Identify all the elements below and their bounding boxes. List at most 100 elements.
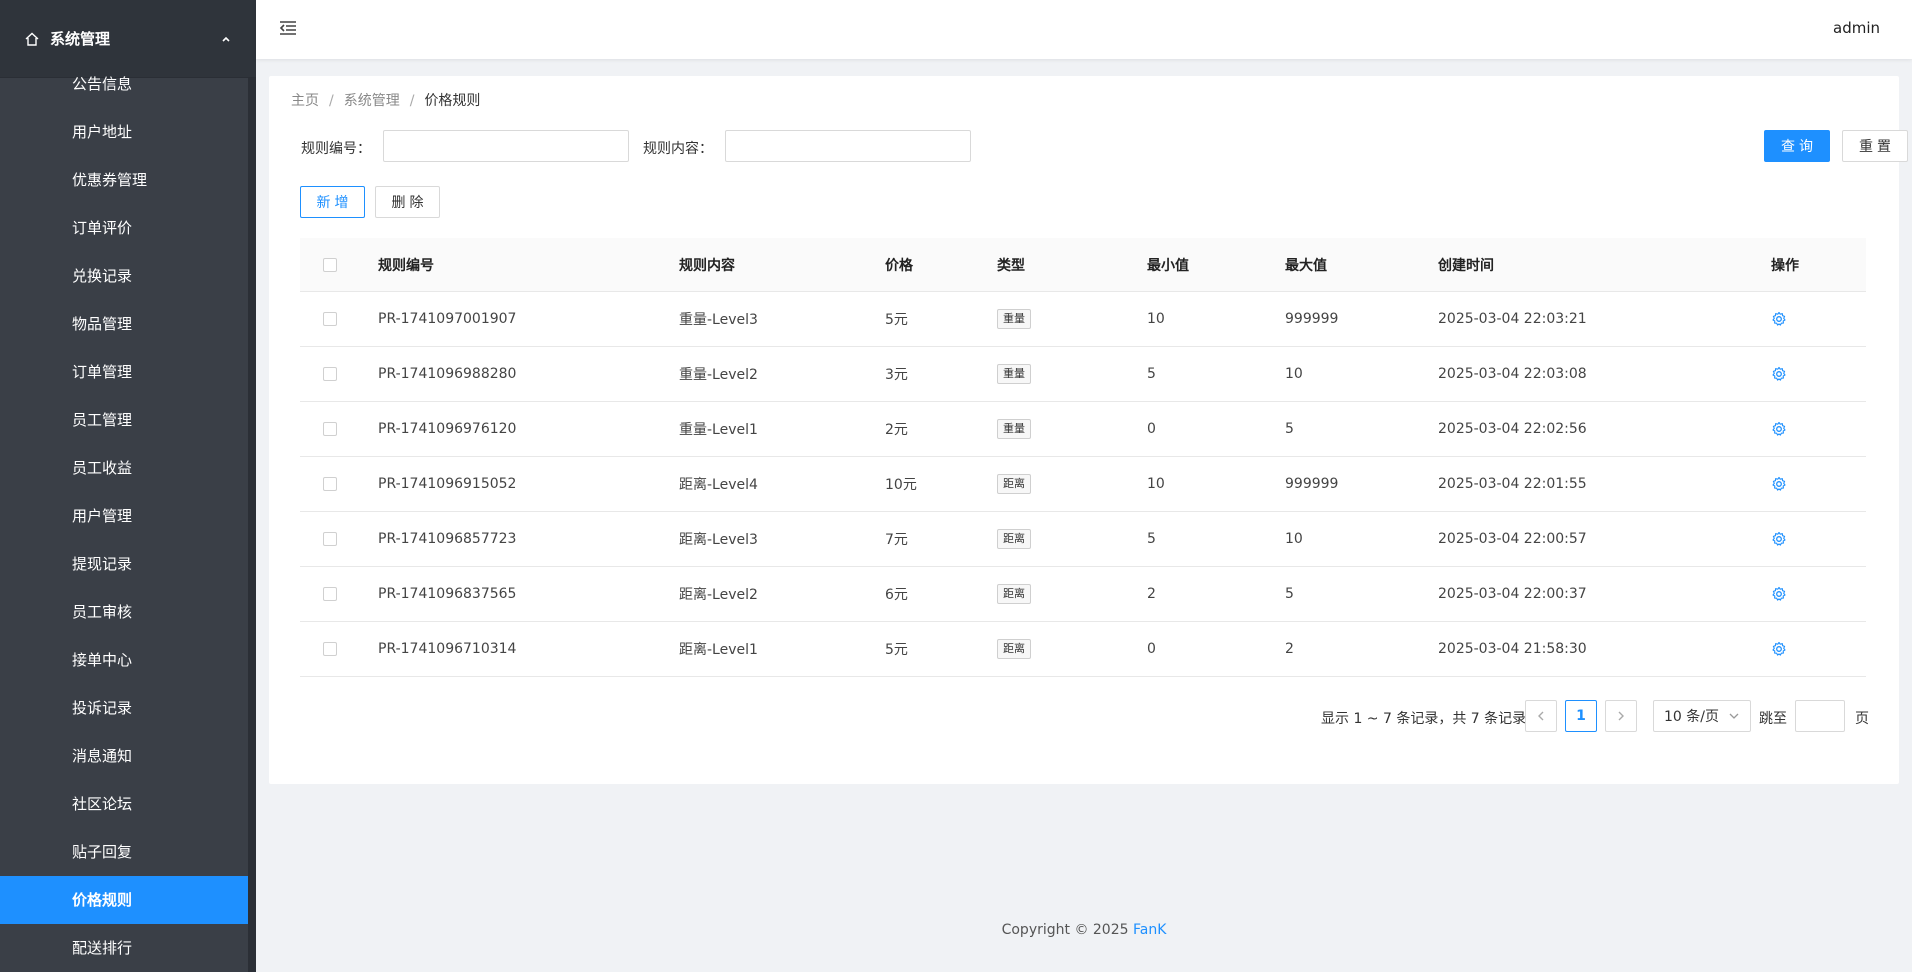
query-button[interactable]: 查询 (1764, 130, 1830, 162)
content-card: 主页 / 系统管理 / 价格规则 规则编号： 规则内容： 查询 重置 新增 删除 规则编… (269, 76, 1908, 784)
brand-link[interactable]: FanK (1133, 922, 1166, 938)
cell-type: 距离 (997, 584, 1147, 604)
sidebar-item[interactable]: 公告信息 (0, 60, 248, 108)
cell-price: 5元 (885, 312, 908, 328)
sidebar-item[interactable]: 员工审核 (0, 588, 248, 636)
sidebar-item[interactable]: 社区论坛 (0, 780, 248, 828)
menu-collapse-icon[interactable] (278, 18, 298, 38)
jump-label: 跳至 (1759, 711, 1787, 727)
gear-icon[interactable] (1771, 586, 1787, 602)
type-tag: 重量 (997, 419, 1031, 439)
cell-op (1771, 366, 1851, 382)
next-page-button[interactable] (1605, 700, 1637, 732)
cell-type: 距离 (997, 474, 1147, 494)
sidebar-item[interactable]: 提现记录 (0, 540, 248, 588)
row-checkbox[interactable] (323, 422, 337, 436)
sidebar-item[interactable]: 价格规则 (0, 876, 248, 924)
pagination: 显示 1 ~ 7 条记录，共 7 条记录 1 10 条/页 跳至 页 (269, 700, 1899, 734)
gear-icon[interactable] (1771, 421, 1787, 437)
sidebar-item[interactable]: 用户地址 (0, 108, 248, 156)
cell-price: 7元 (885, 532, 908, 548)
cell-code: PR-1741096976120 (378, 421, 517, 437)
breadcrumb-separator: / (329, 93, 334, 109)
page-size-value: 10 条/页 (1664, 709, 1719, 725)
gear-icon[interactable] (1771, 476, 1787, 492)
sidebar-item[interactable]: 员工收益 (0, 444, 248, 492)
reset-button[interactable]: 重置 (1842, 130, 1908, 162)
price-rule-table: 规则编号 规则内容 价格 类型 最小值 最大值 创建时间 操作 PR-17410… (300, 238, 1866, 677)
page-size-select[interactable]: 10 条/页 (1653, 700, 1751, 732)
row-checkbox[interactable] (323, 312, 337, 326)
row-checkbox[interactable] (323, 477, 337, 491)
sidebar-item[interactable]: 投诉记录 (0, 684, 248, 732)
sidebar-item[interactable]: 配送排行 (0, 924, 248, 972)
cell-price: 5元 (885, 642, 908, 658)
sidebar-item[interactable]: 贴子回复 (0, 828, 248, 876)
col-header-min: 最小值 (1147, 257, 1189, 274)
row-checkbox[interactable] (323, 532, 337, 546)
cell-op (1771, 641, 1851, 657)
cell-min: 0 (1147, 641, 1156, 657)
cell-type: 重量 (997, 364, 1147, 384)
col-header-op: 操作 (1771, 257, 1799, 274)
cell-time: 2025-03-04 21:58:30 (1438, 641, 1587, 657)
chevron-left-icon (1538, 711, 1544, 721)
cell-time: 2025-03-04 22:03:21 (1438, 311, 1587, 327)
type-tag: 距离 (997, 529, 1031, 549)
cell-code: PR-1741096915052 (378, 476, 517, 492)
row-checkbox[interactable] (323, 642, 337, 656)
add-button[interactable]: 新增 (300, 186, 365, 218)
breadcrumb: 主页 / 系统管理 / 价格规则 (291, 90, 480, 110)
page-number-button[interactable]: 1 (1565, 700, 1597, 732)
cell-type: 距离 (997, 529, 1147, 549)
cell-content: 距离-Level2 (679, 587, 758, 603)
gear-icon[interactable] (1771, 311, 1787, 327)
sidebar-item[interactable]: 兑换记录 (0, 252, 248, 300)
cell-time: 2025-03-04 22:03:08 (1438, 366, 1587, 382)
col-header-type: 类型 (997, 257, 1025, 274)
cell-max: 999999 (1285, 476, 1339, 492)
col-header-content: 规则内容 (679, 257, 735, 274)
sidebar-item[interactable]: 用户管理 (0, 492, 248, 540)
table-row: PR-1741096976120 重量-Level1 2元 重量 0 5 2025-03-0… (300, 402, 1866, 457)
pagination-info: 显示 1 ~ 7 条记录，共 7 条记录 (1321, 711, 1527, 727)
table-header: 规则编号 规则内容 价格 类型 最小值 最大值 创建时间 操作 (300, 238, 1866, 292)
cell-content: 距离-Level3 (679, 532, 758, 548)
jump-page-input[interactable] (1795, 700, 1845, 732)
sidebar-item[interactable]: 订单管理 (0, 348, 248, 396)
select-all-checkbox[interactable] (323, 257, 337, 272)
cell-code: PR-1741097001907 (378, 311, 517, 327)
gear-icon[interactable] (1771, 366, 1787, 382)
sidebar-item[interactable]: 优惠券管理 (0, 156, 248, 204)
breadcrumb-parent[interactable]: 系统管理 (344, 93, 400, 109)
type-tag: 距离 (997, 474, 1031, 494)
cell-code: PR-1741096857723 (378, 531, 517, 547)
user-menu[interactable]: admin (1833, 19, 1880, 37)
footer: Copyright © 2025 FanK (256, 922, 1912, 938)
breadcrumb-home[interactable]: 主页 (291, 93, 319, 109)
rule-code-input[interactable] (383, 130, 629, 162)
sidebar-item[interactable]: 订单评价 (0, 204, 248, 252)
cell-content: 重量-Level2 (679, 367, 758, 383)
prev-page-button[interactable] (1525, 700, 1557, 732)
gear-icon[interactable] (1771, 641, 1787, 657)
rule-content-input[interactable] (725, 130, 971, 162)
gear-icon[interactable] (1771, 531, 1787, 547)
cell-content: 距离-Level4 (679, 477, 758, 493)
sidebar-item[interactable]: 物品管理 (0, 300, 248, 348)
sidebar: 系统管理 公告信息 用户地址 优惠券管理 订单评价 兑换记录 物品管理 订单管理 员工管理 员工… (0, 0, 256, 972)
cell-type: 距离 (997, 639, 1147, 659)
sidebar-scrollbar[interactable] (248, 78, 256, 972)
sidebar-item[interactable]: 消息通知 (0, 732, 248, 780)
col-header-time: 创建时间 (1438, 257, 1494, 274)
delete-button[interactable]: 删除 (375, 186, 440, 218)
cell-content: 重量-Level3 (679, 312, 758, 328)
jump-suffix: 页 (1855, 711, 1869, 727)
cell-min: 0 (1147, 421, 1156, 437)
row-checkbox[interactable] (323, 587, 337, 601)
row-checkbox[interactable] (323, 367, 337, 381)
top-header: admin (256, 0, 1912, 59)
sidebar-item[interactable]: 接单中心 (0, 636, 248, 684)
sidebar-item[interactable]: 员工管理 (0, 396, 248, 444)
col-header-code: 规则编号 (378, 257, 434, 274)
